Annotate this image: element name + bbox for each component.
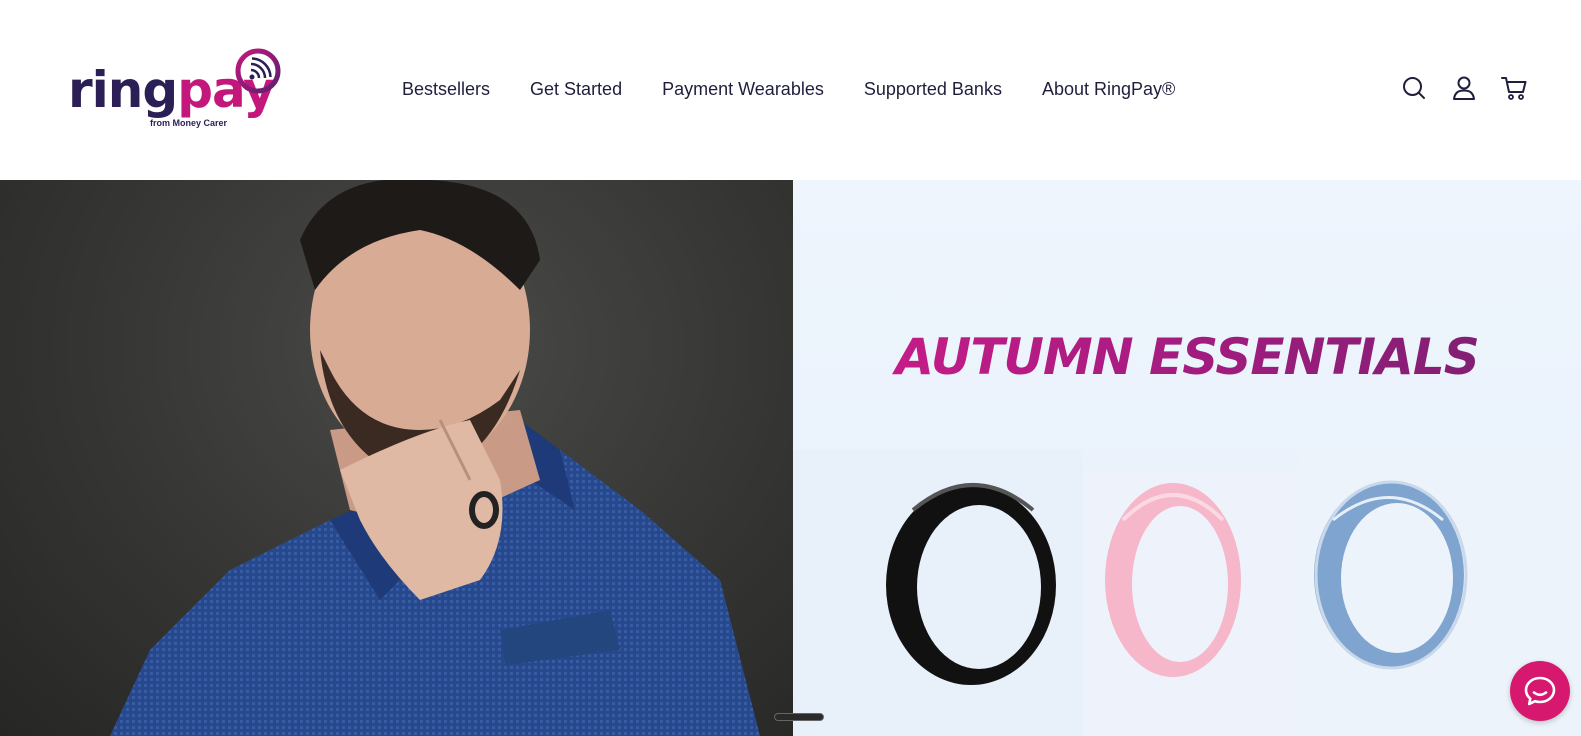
logo-tagline: from Money Carer <box>150 118 228 128</box>
nav-bestsellers[interactable]: Bestsellers <box>402 76 490 102</box>
nav-get-started[interactable]: Get Started <box>530 76 622 102</box>
main-nav: Bestsellers Get Started Payment Wearable… <box>402 76 1215 102</box>
chat-launcher-button[interactable] <box>1510 661 1570 721</box>
account-icon[interactable] <box>1450 74 1478 102</box>
hero-banner: AUTUMN ESSENTIALS <box>0 180 1581 736</box>
black-ring-icon <box>886 483 1056 685</box>
blue-ring-icon <box>1314 480 1468 670</box>
nav-about-ringpay[interactable]: About RingPay® <box>1042 76 1175 102</box>
autumn-essentials-panel[interactable]: AUTUMN ESSENTIALS <box>793 180 1581 736</box>
pink-ring-icon <box>1105 483 1241 677</box>
man-wearing-ring-illustration <box>110 180 760 736</box>
hero-model-photo <box>0 180 793 736</box>
carousel-indicator[interactable] <box>774 713 824 721</box>
nav-supported-banks[interactable]: Supported Banks <box>864 76 1002 102</box>
chat-bubble-icon <box>1524 676 1556 706</box>
ringpay-logo[interactable]: ringpay from Money Carer <box>68 46 283 134</box>
site-header: ringpay from Money Carer Bestsellers Get… <box>0 0 1581 180</box>
rings-product-illustration <box>793 450 1581 736</box>
header-actions <box>1400 74 1550 102</box>
contactless-badge-icon <box>235 48 281 94</box>
search-icon[interactable] <box>1400 74 1428 102</box>
nav-payment-wearables[interactable]: Payment Wearables <box>662 76 824 102</box>
cart-icon[interactable] <box>1500 74 1528 102</box>
